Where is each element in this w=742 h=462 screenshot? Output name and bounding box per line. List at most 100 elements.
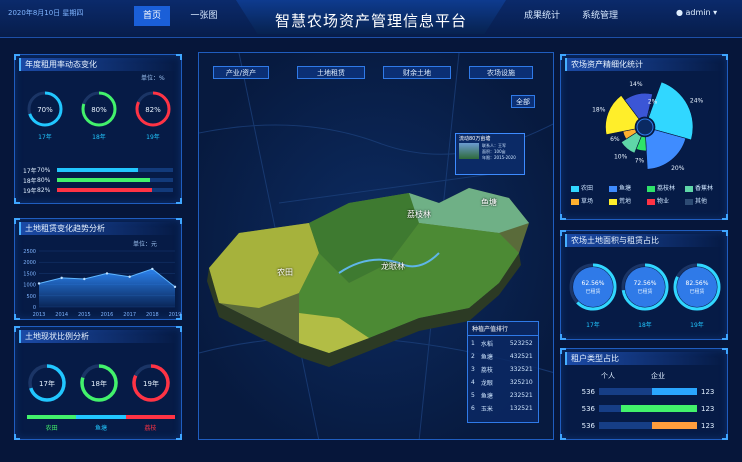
ranking-row[interactable]: 4 龙眼 325210: [468, 375, 536, 388]
enterprise-bar: [620, 405, 697, 412]
ranking-row[interactable]: 2 鱼塘 432521: [468, 349, 536, 362]
label-farmland: 农田: [277, 268, 293, 277]
label-lychee: 荔枝林: [407, 210, 431, 219]
panel-title: 农场资产精细化统计: [565, 58, 723, 71]
enterprise-count: 123: [701, 387, 715, 396]
y-tick: 2500: [23, 249, 36, 255]
enterprise-count: 123: [701, 421, 715, 430]
nav-home-tab[interactable]: 首页: [134, 6, 170, 26]
renter-rows: 536 123 536 123 536 123: [561, 383, 729, 434]
x-tick: 2014: [55, 312, 68, 318]
bar-fill: [57, 168, 139, 172]
bar-value: 82%: [37, 186, 51, 194]
y-tick: 2000: [23, 260, 36, 266]
bar-year: 17年: [23, 167, 37, 175]
label-fishpond: 鱼塘: [481, 198, 497, 207]
nav-map-tab[interactable]: 一张图: [184, 6, 224, 26]
slice-label: 24%: [690, 98, 704, 105]
panel-title: 租户类型占比: [565, 352, 723, 365]
slice-label: 10%: [614, 153, 628, 160]
legend-item[interactable]: 草场: [571, 196, 609, 205]
x-tick: 2016: [101, 312, 114, 318]
popup-details: 联系人：王军 面积：100亩 年限：2015-2020: [482, 143, 516, 160]
asset-pie-chart: 24% 20% 7% 10% 6% 18% 14% 2%: [592, 81, 704, 172]
trend-point: [37, 282, 41, 285]
panel-renter-type: 租户类型占比 个人 企业 536 123 536 123 536 123: [560, 348, 728, 440]
map-tab-land-rent[interactable]: 土地租赁: [297, 66, 365, 79]
ring-year: 17年: [39, 379, 55, 388]
ring-year: 19年: [146, 133, 160, 141]
map-tab-surplus-land[interactable]: 财余土地: [383, 66, 451, 79]
panel-title: 土地现状比例分析: [19, 330, 177, 343]
slice-label: 2%: [648, 98, 658, 105]
legend-label: 荔枝: [144, 425, 157, 432]
label-longan: 龙眼林: [381, 262, 405, 271]
chevron-down-icon: ▾: [713, 8, 718, 17]
legend-item[interactable]: 荔枝林: [647, 183, 685, 192]
pie-center: [636, 118, 654, 136]
trend-point: [105, 272, 109, 275]
header-enterprise: 企业: [651, 372, 665, 380]
trend-point: [128, 275, 131, 278]
legend-label: 农田: [45, 425, 58, 432]
legend-item[interactable]: 鱼塘: [609, 183, 647, 192]
y-tick: 0: [33, 305, 36, 311]
map-popup[interactable]: 流动80万亩塘 联系人：王军 面积：100亩 年限：2015-2020: [455, 133, 525, 175]
map-all-button[interactable]: 全部: [511, 95, 535, 108]
trend-chart: 2500 2000 1500 1000 500 02013 2014 2015 2016 2017…: [23, 249, 181, 318]
map-view[interactable]: 产业/资产 土地租赁 财余土地 农场设施 全部 荔枝林 鱼塘 农田 龙眼林 流动…: [198, 52, 554, 440]
ranking-row[interactable]: 6 玉米 132521: [468, 401, 536, 414]
y-tick: 1500: [23, 271, 36, 277]
ring-value: 82.56%: [686, 280, 709, 287]
rental-bar-row: 19年 82%: [23, 185, 173, 195]
area-rent-rings: 62.56%已租赁17年72.56%已租赁18年82.56%已租赁19年: [569, 263, 721, 329]
map-tab-industry[interactable]: 产业/资产: [213, 66, 269, 79]
legend-item[interactable]: 香蕉林: [685, 183, 723, 192]
nav-system-tab[interactable]: 系统管理: [576, 6, 624, 26]
bar-fill: [57, 188, 153, 192]
panel-asset-detail: 农场资产精细化统计 24% 20% 7% 10% 6% 18% 14% 2% 农田 鱼塘 荔枝林香…: [560, 54, 728, 220]
legend-item[interactable]: 荒地: [609, 196, 647, 205]
ranking-row[interactable]: 3 荔枝 332521: [468, 362, 536, 375]
popup-thumbnail: [459, 143, 479, 159]
ring-label: 已租赁: [689, 288, 704, 295]
ring-bg: [677, 267, 717, 307]
renter-row: 536 123: [561, 383, 729, 400]
bar-year: 19年: [23, 187, 37, 195]
panel-rental-rate: 年度租用率动态变化 单位：% 70% 17年 80% 18年 82% 19年 17年 70%…: [14, 54, 182, 204]
legend-item[interactable]: 农田: [571, 183, 609, 192]
status-legend-bar: [27, 415, 175, 419]
asset-legend: 农田 鱼塘 荔枝林 香蕉林草场 荒地 物业 其他: [571, 183, 723, 205]
panel-title: 土地租赁变化趋势分析: [19, 222, 177, 235]
ranking-row[interactable]: 1 水稻 523252: [468, 336, 536, 349]
slice-label: 20%: [671, 165, 685, 172]
legend-item[interactable]: 其他: [685, 196, 723, 205]
trend-area: [39, 268, 175, 307]
nav-stats-tab[interactable]: 成果统计: [518, 6, 566, 26]
y-tick: 500: [26, 294, 36, 300]
user-menu[interactable]: ● admin ▾: [676, 8, 717, 17]
enterprise-count: 123: [701, 404, 715, 413]
bar-value: 70%: [37, 166, 51, 174]
enterprise-bar: [651, 422, 697, 429]
map-tab-facilities[interactable]: 农场设施: [469, 66, 533, 79]
ring-value: 80%: [91, 106, 107, 114]
ranking-row[interactable]: 5 鱼塘 232521: [468, 388, 536, 401]
status-rings: 17年 18年 19年: [28, 364, 170, 402]
trend-point: [151, 267, 154, 271]
legend-item[interactable]: 物业: [647, 196, 685, 205]
ring-year: 18年: [92, 133, 106, 141]
popup-title: 流动80万亩塘: [459, 136, 491, 142]
trend-point: [83, 277, 86, 281]
ring-year: 18年: [91, 379, 107, 388]
rental-bar-row: 18年 80%: [23, 175, 173, 185]
ring-bg: [625, 267, 665, 307]
individual-count: 536: [581, 387, 595, 396]
individual-count: 536: [581, 421, 595, 430]
ranking-panel: 种植产值排行 1 水稻 523252 2 鱼塘 432521 3 荔枝 332521 4 龙眼 325…: [467, 321, 539, 423]
ring-label: 已租赁: [585, 288, 600, 295]
x-tick: 2013: [33, 312, 46, 318]
rental-rings: 70% 17年 80% 18年 82% 19年: [27, 91, 171, 141]
panel-land-status: 土地现状比例分析 17年 18年 19年 农田 鱼塘 荔枝: [14, 326, 182, 440]
page-title: 智慧农场资产管理信息平台: [274, 12, 467, 30]
